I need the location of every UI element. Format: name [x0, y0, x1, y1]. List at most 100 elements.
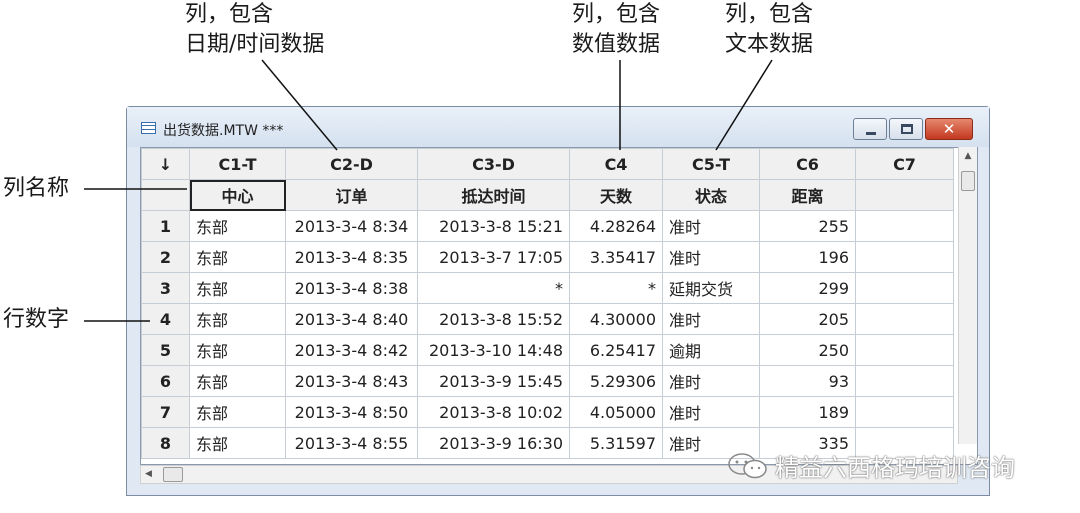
annot-text-col-line1: 列，包含 [725, 2, 814, 27]
cell[interactable]: * [417, 272, 570, 304]
name-row-corner [141, 179, 190, 211]
cell[interactable]: 东部 [189, 272, 286, 304]
close-button[interactable]: ✕ [925, 118, 973, 140]
table-row: 1 东部 2013-3-4 8:34 2013-3-8 15:21 4.2826… [141, 210, 954, 242]
cell[interactable]: 2013-3-7 17:05 [417, 241, 570, 273]
worksheet-icon [141, 122, 156, 134]
col-header-c1[interactable]: C1-T [189, 148, 286, 180]
cell[interactable]: 准时 [662, 396, 760, 428]
col-header-c4[interactable]: C4 [569, 148, 663, 180]
cell[interactable]: 准时 [662, 210, 760, 242]
cell[interactable] [855, 303, 954, 335]
col-name-c7[interactable] [855, 179, 954, 211]
row-number[interactable]: 1 [141, 210, 190, 242]
minimize-button[interactable] [853, 118, 887, 140]
row-number[interactable]: 6 [141, 365, 190, 397]
cell[interactable]: 逾期 [662, 334, 760, 366]
cell[interactable]: 东部 [189, 334, 286, 366]
row-direction-arrow[interactable]: ↓ [141, 148, 190, 180]
row-number[interactable]: 5 [141, 334, 190, 366]
cell[interactable] [855, 396, 954, 428]
col-header-c3[interactable]: C3-D [417, 148, 570, 180]
annot-num-col-line2: 数值数据 [572, 32, 661, 57]
cell[interactable]: 205 [759, 303, 856, 335]
col-header-c6[interactable]: C6 [759, 148, 856, 180]
cell[interactable] [855, 365, 954, 397]
cell[interactable]: 4.30000 [569, 303, 663, 335]
cell[interactable]: 4.05000 [569, 396, 663, 428]
cell[interactable]: 东部 [189, 303, 286, 335]
cell[interactable]: 93 [759, 365, 856, 397]
maximize-icon [901, 124, 913, 134]
cell[interactable]: 5.31597 [569, 427, 663, 459]
table-row: 6 东部 2013-3-4 8:43 2013-3-9 15:45 5.2930… [141, 365, 954, 397]
cell[interactable] [855, 241, 954, 273]
cell[interactable]: 2013-3-8 15:21 [417, 210, 570, 242]
cell[interactable]: 东部 [189, 210, 286, 242]
table-row: 4 东部 2013-3-4 8:40 2013-3-8 15:52 4.3000… [141, 303, 954, 335]
cell[interactable]: 2013-3-4 8:50 [285, 396, 418, 428]
cell[interactable]: 准时 [662, 303, 760, 335]
col-name-c2[interactable]: 订单 [285, 179, 418, 211]
cell[interactable]: 东部 [189, 241, 286, 273]
cell[interactable]: 2013-3-4 8:35 [285, 241, 418, 273]
cell[interactable]: 2013-3-4 8:40 [285, 303, 418, 335]
cell[interactable]: 2013-3-10 14:48 [417, 334, 570, 366]
cell[interactable]: * [569, 272, 663, 304]
row-number[interactable]: 4 [141, 303, 190, 335]
col-name-c6[interactable]: 距离 [759, 179, 856, 211]
cell[interactable] [855, 210, 954, 242]
annot-date-col-line1: 列，包含 [185, 2, 274, 27]
cell[interactable]: 189 [759, 396, 856, 428]
cell[interactable]: 东部 [189, 396, 286, 428]
col-name-c1[interactable]: 中心 [189, 179, 286, 211]
cell[interactable]: 延期交货 [662, 272, 760, 304]
cell[interactable]: 2013-3-4 8:42 [285, 334, 418, 366]
cell[interactable]: 250 [759, 334, 856, 366]
cell[interactable]: 2013-3-8 15:52 [417, 303, 570, 335]
scroll-left-icon[interactable]: ◀ [145, 466, 152, 483]
wechat-logo-icon [728, 453, 767, 479]
cell[interactable]: 2013-3-4 8:55 [285, 427, 418, 459]
cell[interactable] [855, 272, 954, 304]
worksheet-grid[interactable]: ↓ C1-T C2-D C3-D C4 C5-T C6 C7 中心 订单 抵达时… [140, 147, 978, 465]
col-name-c3[interactable]: 抵达时间 [417, 179, 570, 211]
annot-row-number: 行数字 [3, 307, 70, 332]
cell[interactable]: 255 [759, 210, 856, 242]
scroll-up-icon[interactable]: ▲ [959, 147, 977, 165]
cell[interactable]: 2013-3-9 16:30 [417, 427, 570, 459]
cell[interactable] [855, 334, 954, 366]
cell[interactable]: 299 [759, 272, 856, 304]
annot-col-name: 列名称 [3, 176, 70, 201]
row-number[interactable]: 8 [141, 427, 190, 459]
col-header-c5[interactable]: C5-T [662, 148, 760, 180]
col-header-c7[interactable]: C7 [855, 148, 954, 180]
cell[interactable]: 2013-3-4 8:38 [285, 272, 418, 304]
minimize-icon [866, 132, 876, 135]
table-row: 2 东部 2013-3-4 8:35 2013-3-7 17:05 3.3541… [141, 241, 954, 273]
row-number[interactable]: 2 [141, 241, 190, 273]
cell[interactable]: 东部 [189, 427, 286, 459]
cell[interactable]: 2013-3-4 8:43 [285, 365, 418, 397]
title-bar[interactable]: 出货数据.MTW *** ✕ [127, 107, 989, 147]
cell[interactable]: 196 [759, 241, 856, 273]
col-header-c2[interactable]: C2-D [285, 148, 418, 180]
cell[interactable]: 5.29306 [569, 365, 663, 397]
col-name-c4[interactable]: 天数 [569, 179, 663, 211]
cell[interactable]: 2013-3-8 10:02 [417, 396, 570, 428]
cell[interactable]: 4.28264 [569, 210, 663, 242]
cell[interactable]: 6.25417 [569, 334, 663, 366]
cell[interactable]: 2013-3-4 8:34 [285, 210, 418, 242]
cell[interactable]: 东部 [189, 365, 286, 397]
cell[interactable]: 3.35417 [569, 241, 663, 273]
row-number[interactable]: 7 [141, 396, 190, 428]
col-name-c5[interactable]: 状态 [662, 179, 760, 211]
vertical-scroll-thumb[interactable] [961, 171, 975, 191]
cell[interactable]: 准时 [662, 241, 760, 273]
vertical-scrollbar[interactable]: ▲ [958, 147, 977, 444]
cell[interactable]: 2013-3-9 15:45 [417, 365, 570, 397]
cell[interactable]: 准时 [662, 365, 760, 397]
row-number[interactable]: 3 [141, 272, 190, 304]
maximize-button[interactable] [889, 118, 923, 140]
horizontal-scroll-thumb[interactable] [163, 467, 183, 482]
